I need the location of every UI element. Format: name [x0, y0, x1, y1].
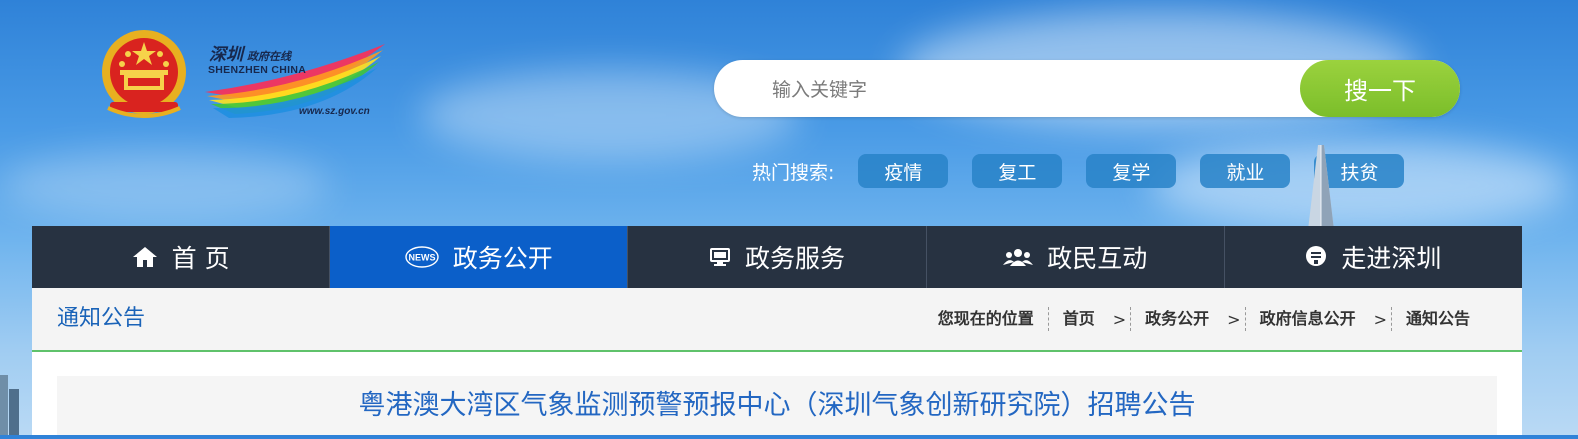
monitor-icon: [709, 247, 731, 267]
cloud-decoration: [0, 150, 330, 220]
site-logo[interactable]: 深圳 政府在线 SHENZHEN CHINA www.sz.gov.cn: [205, 40, 390, 125]
hot-search-tag[interactable]: 就业: [1200, 154, 1291, 188]
nav-item-public-interaction[interactable]: 政民互动: [927, 226, 1225, 288]
nav-item-about-shenzhen[interactable]: 走进深圳: [1225, 226, 1522, 288]
breadcrumb-separator: >: [1373, 309, 1387, 329]
main-nav: 首 页 NEWS 政务公开 政务服务 政民互动 走进深圳: [32, 226, 1522, 288]
nav-item-label: 政务公开: [452, 244, 553, 273]
hot-search-tag[interactable]: 复工: [972, 154, 1063, 188]
logo-chinese-text: 深圳 政府在线: [209, 45, 291, 65]
nav-item-label: 走进深圳: [1341, 244, 1442, 273]
national-emblem-icon: [98, 28, 190, 126]
section-header: 通知公告 您现在的位置 首页 > 政务公开 > 政府信息公开 > 通知公告: [32, 288, 1522, 352]
breadcrumb-item-current[interactable]: 通知公告: [1390, 307, 1484, 331]
nav-item-label: 政务服务: [745, 244, 846, 273]
nav-item-government-services[interactable]: 政务服务: [628, 226, 927, 288]
nav-item-home[interactable]: 首 页: [32, 226, 331, 288]
breadcrumb-item[interactable]: 政府信息公开: [1244, 307, 1370, 331]
skyscraper-decoration: [1296, 145, 1346, 230]
breadcrumb: 您现在的位置 首页 > 政务公开 > 政府信息公开 > 通知公告: [938, 288, 1484, 350]
breadcrumb-prefix: 您现在的位置: [937, 309, 1034, 328]
nav-item-label: 政民互动: [1047, 244, 1148, 273]
search-button[interactable]: 搜一下: [1300, 60, 1460, 117]
breadcrumb-item[interactable]: 政务公开: [1130, 307, 1223, 331]
hot-search-tag[interactable]: 复学: [1086, 154, 1177, 188]
breadcrumb-separator: >: [1112, 309, 1127, 329]
home-icon: [132, 245, 158, 269]
news-icon: NEWS: [405, 246, 439, 268]
search-input[interactable]: [770, 60, 1294, 119]
breadcrumb-separator: >: [1227, 309, 1241, 329]
hot-search-tag[interactable]: 疫情: [858, 154, 949, 188]
article-title: 粤港澳大湾区气象监测预警预报中心（深圳气象创新研究院）招聘公告: [358, 390, 1196, 421]
search-bar: 搜一下: [714, 60, 1460, 119]
hot-search-label: 热门搜索:: [752, 161, 835, 184]
section-title[interactable]: 通知公告: [57, 288, 145, 350]
article-header: 粤港澳大湾区气象监测预警预报中心（深圳气象创新研究院）招聘公告: [57, 376, 1497, 435]
main-content: 通知公告 您现在的位置 首页 > 政务公开 > 政府信息公开 > 通知公告 粤港…: [32, 288, 1522, 435]
breadcrumb-item-home[interactable]: 首页: [1047, 307, 1109, 331]
nav-item-label: 首 页: [171, 244, 230, 273]
svg-text:NEWS: NEWS: [408, 253, 435, 263]
logo-url-text: www.sz.gov.cn: [299, 106, 370, 117]
info-icon: [1305, 245, 1327, 269]
nav-item-government-affairs-open[interactable]: NEWS 政务公开: [330, 226, 629, 288]
users-icon: [1003, 247, 1034, 267]
city-skyline-decoration: [0, 375, 22, 435]
logo-english-text: SHENZHEN CHINA: [208, 64, 307, 76]
